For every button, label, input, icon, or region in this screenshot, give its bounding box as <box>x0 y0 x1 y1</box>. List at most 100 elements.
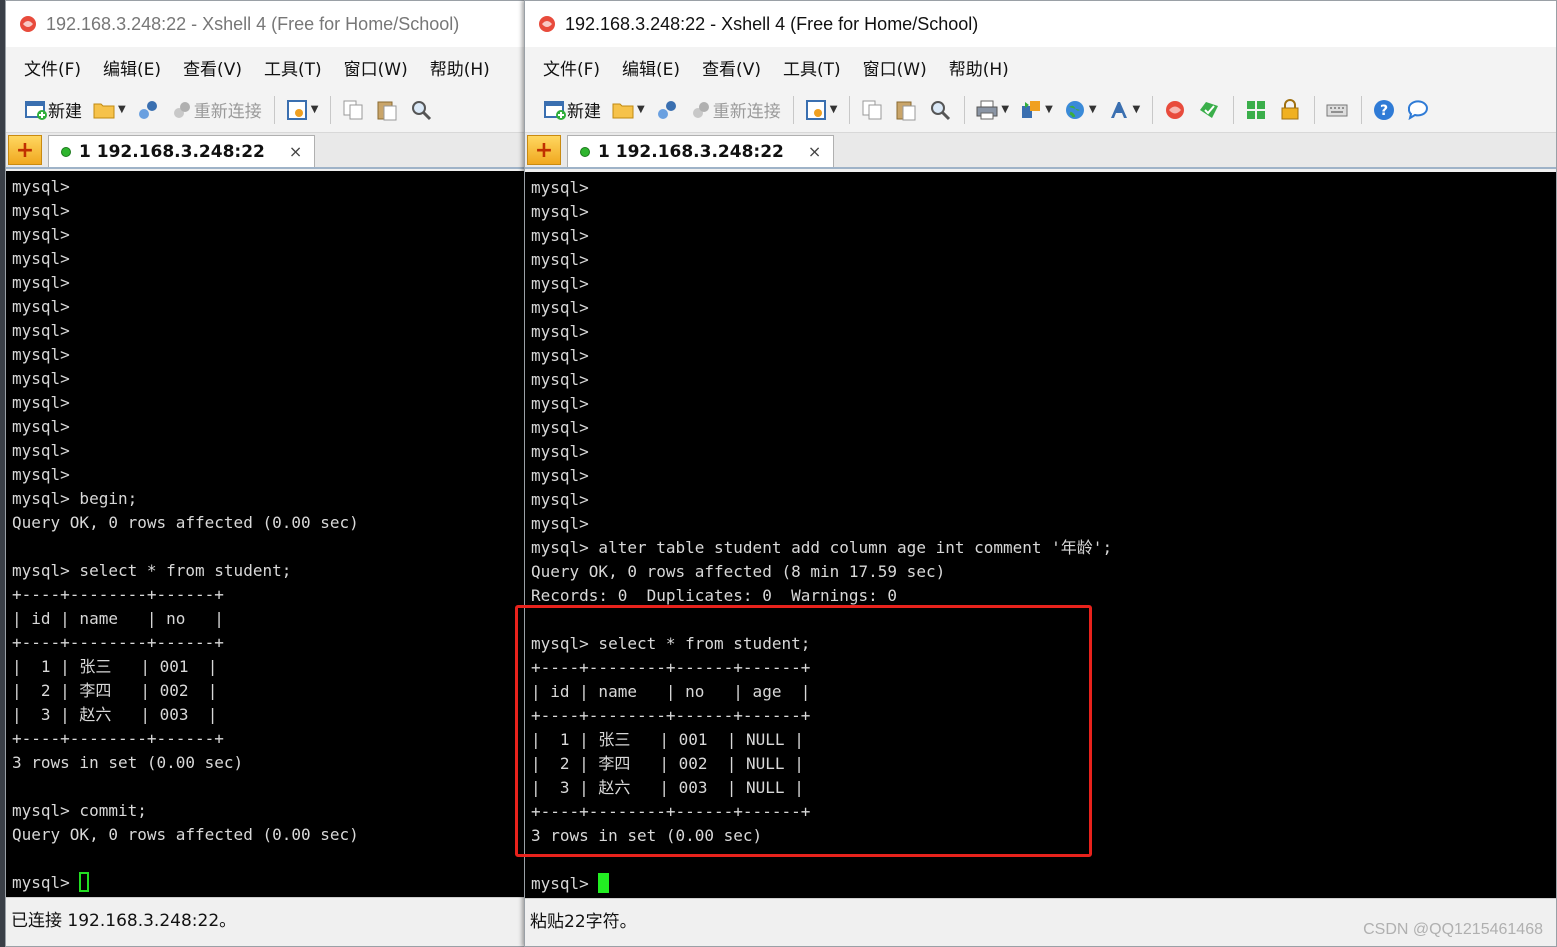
terminal-line: mysql> <box>12 201 70 220</box>
right-menu-view[interactable]: 查看(V) <box>702 55 761 80</box>
left-connect-button[interactable] <box>136 98 160 122</box>
terminal-line: mysql> <box>531 322 589 341</box>
left-menu-edit[interactable]: 编辑(E) <box>103 55 161 80</box>
left-new-label: 新建 <box>48 102 82 122</box>
left-new-button[interactable]: 新建 <box>24 97 82 122</box>
right-font-button[interactable]: ▼ <box>1107 98 1141 122</box>
left-paste-button[interactable] <box>375 98 399 122</box>
paste-icon <box>377 101 397 120</box>
terminal-line: +----+--------+------+------+ <box>531 658 811 677</box>
terminal-cursor <box>598 873 610 893</box>
left-window-title: 192.168.3.248:22 - Xshell 4 (Free for Ho… <box>46 13 460 34</box>
right-chat-button[interactable] <box>1406 98 1430 122</box>
terminal-line: +----+--------+------+ <box>12 729 224 748</box>
folder-icon <box>612 103 634 118</box>
left-menu-file[interactable]: 文件(F) <box>24 55 81 80</box>
right-menu-file[interactable]: 文件(F) <box>543 55 600 80</box>
csdn-watermark: CSDN @QQ1215461468 <box>1363 921 1543 938</box>
left-find-button[interactable] <box>409 98 433 122</box>
right-title-bar[interactable]: 192.168.3.248:22 - Xshell 4 (Free for Ho… <box>525 1 1556 47</box>
terminal-line: mysql> <box>531 490 589 509</box>
keyboard-icon <box>1326 104 1348 116</box>
connected-status-icon <box>61 146 71 157</box>
right-new-button[interactable]: 新建 <box>543 97 601 122</box>
left-session-tab[interactable]: 1 192.168.3.248:22 × <box>48 135 316 167</box>
right-open-button[interactable]: ▼ <box>611 98 645 122</box>
left-properties-button[interactable]: ▼ <box>285 98 318 122</box>
left-open-button[interactable]: ▼ <box>92 98 126 122</box>
left-menu-help[interactable]: 帮助(H) <box>430 55 490 80</box>
right-lock-button[interactable] <box>1278 98 1302 122</box>
terminal-line: Records: 0 Duplicates: 0 Warnings: 0 <box>531 586 898 605</box>
left-tab-label: 1 192.168.3.248:22 <box>79 141 265 162</box>
terminal-line: | 3 | 赵六 | 003 | NULL | <box>531 778 804 797</box>
right-reconnect-button[interactable]: 重新连接 <box>689 97 781 122</box>
terminal-line: | 1 | 张三 | 001 | <box>12 657 218 676</box>
right-xftp-button[interactable] <box>1163 98 1187 122</box>
right-print-button[interactable]: ▼ <box>975 98 1009 122</box>
left-reconnect-button[interactable]: 重新连接 <box>170 97 262 122</box>
xshell-logo-icon <box>539 16 555 32</box>
terminal-line: +----+--------+------+------+ <box>531 802 811 821</box>
right-help-button[interactable]: ? <box>1372 98 1396 122</box>
search-icon <box>931 100 951 120</box>
properties-icon <box>286 99 307 120</box>
dropdown-arrow-icon: ▼ <box>118 104 126 115</box>
plus-icon: + <box>534 137 554 163</box>
right-menu-window[interactable]: 窗口(W) <box>863 55 927 80</box>
left-menu-window[interactable]: 窗口(W) <box>344 55 408 80</box>
right-new-tab-button[interactable]: + <box>527 135 561 165</box>
terminal-line: mysql> <box>531 466 589 485</box>
left-menu-view[interactable]: 查看(V) <box>183 55 242 80</box>
copy-icon <box>862 100 882 119</box>
dropdown-arrow-icon: ▼ <box>1088 104 1097 115</box>
right-transfer-button[interactable]: ▼ <box>1019 98 1053 122</box>
right-layout-button[interactable] <box>1244 98 1268 122</box>
dropdown-arrow-icon: ▼ <box>1045 104 1053 115</box>
new-session-icon <box>25 100 47 120</box>
right-find-button[interactable] <box>928 98 952 122</box>
terminal-prompt-line: mysql> <box>531 872 1556 896</box>
copy-icon <box>343 100 363 119</box>
left-menu-tools[interactable]: 工具(T) <box>264 55 322 80</box>
terminal-line: mysql> <box>12 321 70 340</box>
right-session-tab[interactable]: 1 192.168.3.248:22 × <box>567 135 835 167</box>
right-paste-button[interactable] <box>894 98 918 122</box>
right-tab-close-icon[interactable]: × <box>808 142 821 161</box>
speech-bubble-icon <box>1408 99 1429 120</box>
right-menu-tools[interactable]: 工具(T) <box>783 55 841 80</box>
link-icon <box>657 100 676 119</box>
font-icon <box>1110 101 1127 118</box>
reconnect-icon <box>692 101 709 118</box>
xshell-logo-icon <box>20 16 36 32</box>
terminal-prompt-line: mysql> <box>12 871 525 895</box>
terminal-line: +----+--------+------+ <box>12 633 224 652</box>
right-copy-button[interactable] <box>860 98 884 122</box>
right-properties-button[interactable]: ▼ <box>804 98 837 122</box>
left-copy-button[interactable] <box>341 98 365 122</box>
terminal-line: mysql> <box>531 298 589 317</box>
right-keyboard-button[interactable] <box>1325 98 1349 122</box>
terminal-line: mysql> commit; <box>12 801 147 820</box>
terminal-line: mysql> <box>12 249 70 268</box>
left-tab-close-icon[interactable]: × <box>289 142 302 161</box>
right-menu-help[interactable]: 帮助(H) <box>949 55 1009 80</box>
terminal-line: mysql> <box>12 297 70 316</box>
left-terminal[interactable]: mysql> mysql> mysql> mysql> mysql> mysql> mysq… <box>6 171 525 899</box>
right-connect-button[interactable] <box>655 98 679 122</box>
right-terminal[interactable]: mysql> mysql> mysql> mysql> mysql> mysql> mysq… <box>525 172 1556 899</box>
right-window-title: 192.168.3.248:22 - Xshell 4 (Free for Ho… <box>565 13 979 34</box>
right-menu-edit[interactable]: 编辑(E) <box>622 55 680 80</box>
dropdown-arrow-icon: ▼ <box>1132 104 1141 115</box>
connected-status-icon <box>580 146 590 157</box>
terminal-line: mysql> <box>12 225 70 244</box>
left-title-bar[interactable]: 192.168.3.248:22 - Xshell 4 (Free for Ho… <box>6 1 525 47</box>
right-green-tool-button[interactable] <box>1197 98 1221 122</box>
terminal-line: | 3 | 赵六 | 003 | <box>12 705 218 724</box>
left-new-tab-button[interactable]: + <box>8 135 42 165</box>
right-globe-button[interactable]: ▼ <box>1063 98 1097 122</box>
